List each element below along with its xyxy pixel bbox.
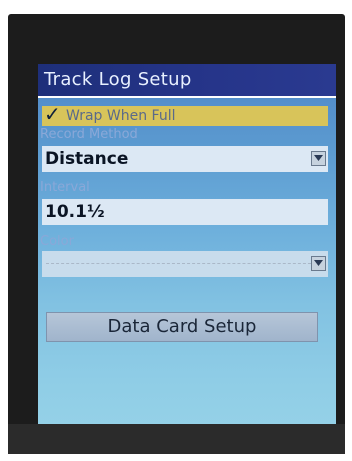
color-swatch-line <box>46 263 316 264</box>
interval-label: Interval <box>40 180 90 195</box>
color-select[interactable] <box>42 251 328 277</box>
interval-field[interactable]: 10.1½ <box>42 199 328 225</box>
chevron-down-icon[interactable] <box>311 151 326 166</box>
data-card-setup-label: Data Card Setup <box>107 316 257 337</box>
gps-device: Track Log Setup ✓ Wrap When Full Record … <box>8 14 345 454</box>
interval-value: 10.1½ <box>45 202 105 222</box>
record-method-value: Distance <box>45 149 129 169</box>
record-method-select[interactable]: Distance <box>42 146 328 172</box>
page-title: Track Log Setup <box>44 69 192 90</box>
check-icon: ✓ <box>44 102 61 126</box>
chevron-down-icon[interactable] <box>311 256 326 271</box>
wrap-when-full-label: Wrap When Full <box>66 108 176 124</box>
record-method-label: Record Method <box>40 127 138 142</box>
title-bar: Track Log Setup <box>38 64 336 98</box>
data-card-setup-button[interactable]: Data Card Setup <box>46 312 318 342</box>
color-label: Color <box>40 234 74 249</box>
wrap-when-full-checkbox[interactable]: ✓ Wrap When Full <box>42 102 328 126</box>
device-bezel-bottom <box>8 424 345 454</box>
device-screen: Track Log Setup ✓ Wrap When Full Record … <box>38 64 336 436</box>
